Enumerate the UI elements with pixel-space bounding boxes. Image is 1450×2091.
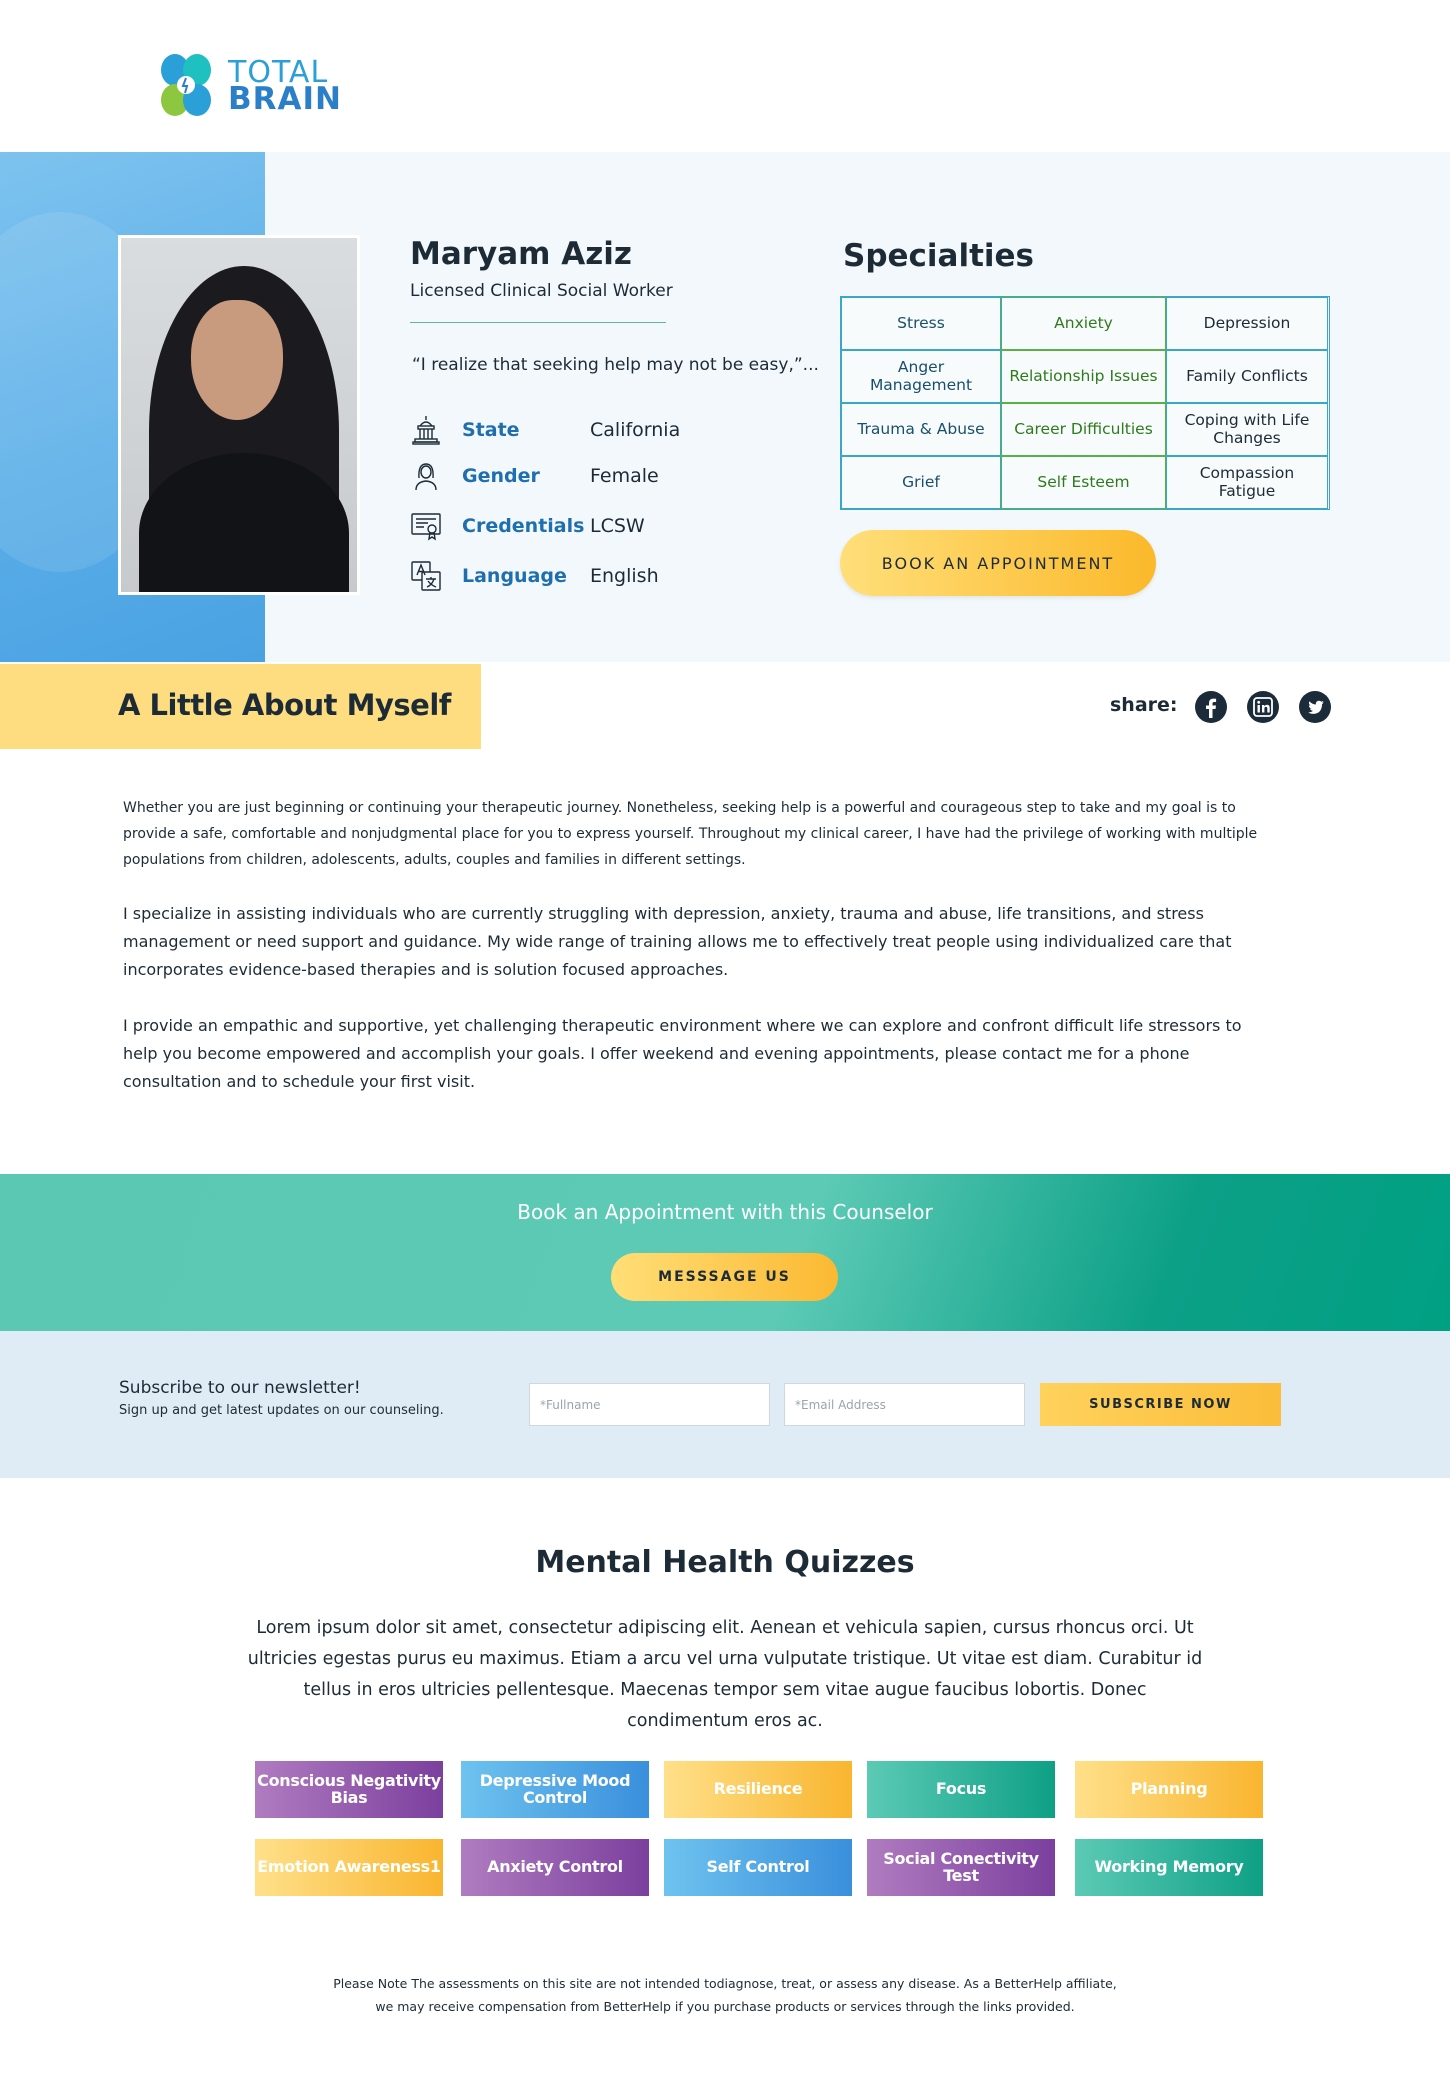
quiz-button[interactable]: Resilience: [664, 1761, 852, 1818]
logo-wordmark: TOTAL BRAIN: [228, 57, 342, 117]
logo-line-2: BRAIN: [228, 80, 342, 117]
specialty-item: Anger Management: [841, 350, 1001, 403]
about-paragraph-1: Whether you are just beginning or contin…: [123, 800, 1258, 868]
info-row-gender: Gender Female: [410, 460, 659, 492]
disclaimer-line-2: we may receive compensation from BetterH…: [375, 1999, 1075, 2014]
gender-value: Female: [590, 465, 659, 487]
facebook-icon[interactable]: [1195, 691, 1227, 723]
capitol-building-icon: [410, 414, 442, 446]
specialty-item: Grief: [841, 456, 1001, 509]
disclaimer: Please Note The assessments on this site…: [0, 1972, 1450, 2018]
specialty-item: Career Difficulties: [1001, 403, 1166, 456]
state-value: California: [590, 419, 681, 441]
newsletter-section: Subscribe to our newsletter! Sign up and…: [0, 1331, 1450, 1478]
quizzes-title: Mental Health Quizzes: [535, 1545, 915, 1580]
clover-logo-icon: [150, 50, 222, 122]
specialty-item: Relationship Issues: [1001, 350, 1166, 403]
counselor-title: Licensed Clinical Social Worker: [410, 281, 673, 301]
email-input[interactable]: [784, 1383, 1025, 1426]
newsletter-subtitle: Sign up and get latest updates on our co…: [119, 1403, 444, 1418]
about-paragraph-2: I specialize in assisting individuals wh…: [123, 904, 1232, 979]
specialties-grid: Stress Anxiety Depression Anger Manageme…: [840, 296, 1330, 510]
gender-label: Gender: [462, 465, 540, 487]
quiz-button[interactable]: Social Conectivity Test: [867, 1839, 1055, 1896]
total-brain-logo[interactable]: TOTAL BRAIN: [150, 50, 342, 122]
state-label: State: [462, 419, 520, 441]
specialty-item: Depression: [1166, 297, 1328, 350]
quiz-button[interactable]: Planning: [1075, 1761, 1263, 1818]
about-title: A Little About Myself: [118, 688, 451, 722]
specialty-item: Trauma & Abuse: [841, 403, 1001, 456]
translate-icon: [410, 560, 442, 592]
site-header: TOTAL BRAIN: [0, 0, 1450, 152]
person-icon: [410, 460, 442, 492]
quizzes-description: Lorem ipsum dolor sit amet, consectetur …: [247, 1618, 1203, 1731]
message-us-button[interactable]: MESSSAGE US: [611, 1253, 838, 1301]
fullname-input[interactable]: [529, 1383, 770, 1426]
quiz-button[interactable]: Focus: [867, 1761, 1055, 1818]
specialty-item: Family Conflicts: [1166, 350, 1328, 403]
about-banner: A Little About Myself: [0, 664, 481, 749]
booking-band-text: Book an Appointment with this Counselor: [517, 1200, 933, 1224]
certificate-icon: [410, 510, 442, 542]
quiz-button[interactable]: Depressive Mood Control: [461, 1761, 649, 1818]
quiz-button[interactable]: Working Memory: [1075, 1839, 1263, 1896]
newsletter-title: Subscribe to our newsletter!: [119, 1378, 361, 1398]
specialty-item: Compassion Fatigue: [1166, 456, 1328, 509]
linkedin-icon[interactable]: [1247, 691, 1279, 723]
quiz-button[interactable]: Conscious Negativity Bias: [255, 1761, 443, 1818]
book-appointment-button[interactable]: BOOK AN APPOINTMENT: [840, 530, 1156, 596]
about-paragraph-3: I provide an empathic and supportive, ye…: [123, 1016, 1242, 1091]
divider: [410, 322, 666, 323]
info-row-state: State California: [410, 414, 680, 446]
specialty-item: Stress: [841, 297, 1001, 350]
credentials-value: LCSW: [590, 515, 645, 537]
language-value: English: [590, 565, 659, 587]
share-label: share:: [1110, 694, 1178, 716]
disclaimer-line-1: Please Note The assessments on this site…: [333, 1976, 1117, 1991]
quiz-button[interactable]: Emotion Awareness1: [255, 1839, 443, 1896]
language-label: Language: [462, 565, 567, 587]
twitter-icon[interactable]: [1299, 691, 1331, 723]
specialties-title: Specialties: [843, 238, 1035, 274]
counselor-quote: “I realize that seeking help may not be …: [412, 355, 819, 375]
info-row-credentials: Credentials LCSW: [410, 510, 645, 542]
subscribe-button[interactable]: SUBSCRIBE NOW: [1040, 1383, 1281, 1426]
specialty-item: Self Esteem: [1001, 456, 1166, 509]
booking-band: Book an Appointment with this Counselor …: [0, 1174, 1450, 1331]
credentials-label: Credentials: [462, 515, 585, 537]
counselor-name: Maryam Aziz: [410, 236, 632, 272]
quiz-button[interactable]: Self Control: [664, 1839, 852, 1896]
specialty-item: Coping with Life Changes: [1166, 403, 1328, 456]
specialty-item: Anxiety: [1001, 297, 1166, 350]
quiz-button[interactable]: Anxiety Control: [461, 1839, 649, 1896]
counselor-photo: [118, 235, 360, 595]
info-row-language: Language English: [410, 560, 659, 592]
